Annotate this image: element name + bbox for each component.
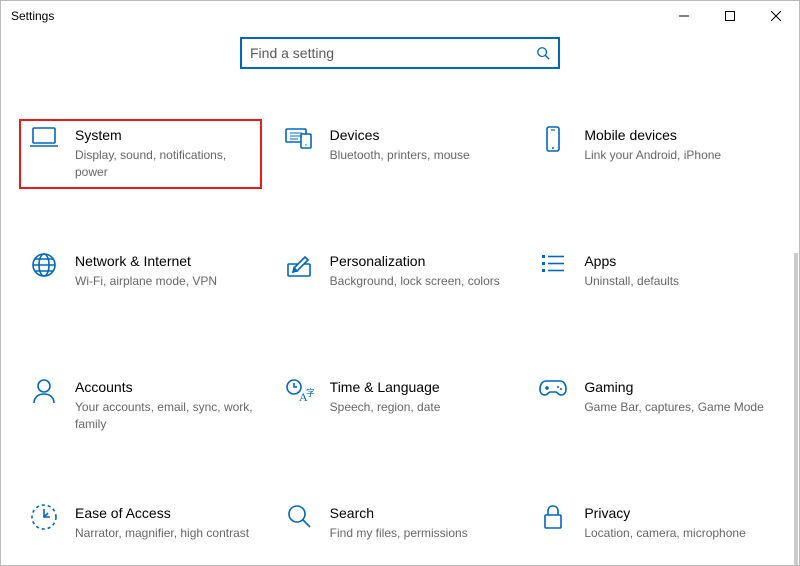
- category-desc: Game Bar, captures, Game Mode: [584, 399, 765, 416]
- pen-icon: [282, 249, 316, 283]
- category-title: Personalization: [330, 251, 511, 271]
- scrollbar[interactable]: [794, 253, 798, 565]
- devices-icon: [282, 123, 316, 157]
- category-accounts[interactable]: Accounts Your accounts, email, sync, wor…: [19, 371, 262, 441]
- category-apps[interactable]: Apps Uninstall, defaults: [528, 245, 771, 315]
- category-desc: Link your Android, iPhone: [584, 147, 765, 164]
- category-desc: Uninstall, defaults: [584, 273, 765, 290]
- category-devices[interactable]: Devices Bluetooth, printers, mouse: [274, 119, 517, 189]
- globe-icon: [27, 249, 61, 283]
- category-title: Devices: [330, 125, 511, 145]
- search-row: [1, 31, 799, 81]
- minimize-icon: [679, 11, 689, 21]
- settings-body: System Display, sound, notifications, po…: [1, 79, 799, 565]
- category-title: Time & Language: [330, 377, 511, 397]
- category-desc: Find my files, permissions: [330, 525, 511, 542]
- category-ease-of-access[interactable]: Ease of Access Narrator, magnifier, high…: [19, 497, 262, 565]
- category-desc: Location, camera, microphone: [584, 525, 765, 542]
- category-desc: Display, sound, notifications, power: [75, 147, 256, 181]
- category-personalization[interactable]: Personalization Background, lock screen,…: [274, 245, 517, 315]
- gamepad-icon: [536, 375, 570, 409]
- category-title: Gaming: [584, 377, 765, 397]
- category-title: System: [75, 125, 256, 145]
- phone-icon: [536, 123, 570, 157]
- laptop-icon: [27, 123, 61, 157]
- title-bar: Settings: [1, 1, 799, 31]
- minimize-button[interactable]: [661, 1, 707, 31]
- category-time-language[interactable]: A字 Time & Language Speech, region, date: [274, 371, 517, 441]
- category-privacy[interactable]: Privacy Location, camera, microphone: [528, 497, 771, 565]
- window-title: Settings: [11, 9, 54, 23]
- category-title: Network & Internet: [75, 251, 256, 271]
- category-title: Mobile devices: [584, 125, 765, 145]
- category-desc: Background, lock screen, colors: [330, 273, 511, 290]
- category-desc: Speech, region, date: [330, 399, 511, 416]
- ease-icon: [27, 501, 61, 535]
- search-input[interactable]: [250, 45, 536, 61]
- search-icon: [536, 46, 550, 60]
- category-title: Privacy: [584, 503, 765, 523]
- close-icon: [771, 11, 781, 21]
- category-title: Ease of Access: [75, 503, 256, 523]
- category-desc: Wi-Fi, airplane mode, VPN: [75, 273, 256, 290]
- person-icon: [27, 375, 61, 409]
- category-search[interactable]: Search Find my files, permissions: [274, 497, 517, 565]
- category-title: Search: [330, 503, 511, 523]
- category-gaming[interactable]: Gaming Game Bar, captures, Game Mode: [528, 371, 771, 441]
- search-icon: [282, 501, 316, 535]
- time-lang-icon: A字: [282, 375, 316, 409]
- close-button[interactable]: [753, 1, 799, 31]
- category-mobile[interactable]: Mobile devices Link your Android, iPhone: [528, 119, 771, 189]
- category-desc: Bluetooth, printers, mouse: [330, 147, 511, 164]
- maximize-button[interactable]: [707, 1, 753, 31]
- apps-icon: [536, 249, 570, 283]
- category-desc: Your accounts, email, sync, work, family: [75, 399, 256, 433]
- category-network[interactable]: Network & Internet Wi-Fi, airplane mode,…: [19, 245, 262, 315]
- svg-text:字: 字: [306, 387, 314, 398]
- category-title: Accounts: [75, 377, 256, 397]
- category-desc: Narrator, magnifier, high contrast: [75, 525, 256, 542]
- search-box[interactable]: [240, 37, 560, 69]
- category-system[interactable]: System Display, sound, notifications, po…: [19, 119, 262, 189]
- settings-grid: System Display, sound, notifications, po…: [1, 79, 799, 565]
- category-title: Apps: [584, 251, 765, 271]
- maximize-icon: [725, 11, 735, 21]
- lock-icon: [536, 501, 570, 535]
